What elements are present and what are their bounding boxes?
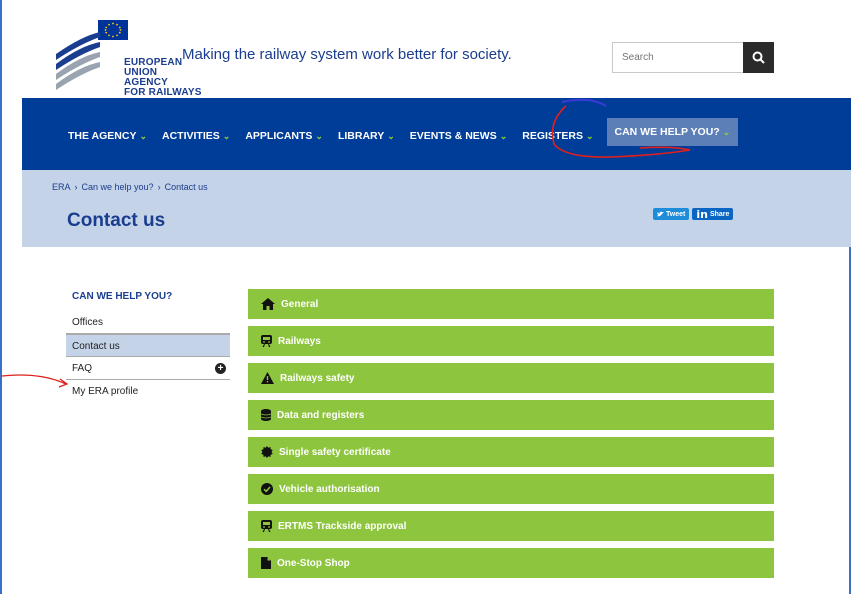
linkedin-icon: in [696,207,708,221]
check-circle-icon [261,483,273,495]
logo-wordmark: EUROPEAN UNION AGENCY FOR RAILWAYS [124,58,202,98]
chevron-down-icon: ⌄ [499,130,508,141]
site-header: EUROPEAN UNION AGENCY FOR RAILWAYS Makin… [22,0,851,98]
search-box [612,42,774,73]
accordion-label: Vehicle authorisation [279,483,380,495]
search-input[interactable] [613,43,747,72]
plus-circle-icon[interactable]: + [215,363,226,374]
twitter-icon [657,211,664,217]
accordion-label: Railways [278,335,321,347]
breadcrumb-link-can-we-help[interactable]: Can we help you? [82,182,154,192]
breadcrumb-current: Contact us [164,182,208,192]
nav-item-registers[interactable]: REGISTERS ⌄ [522,126,593,146]
warning-icon [261,372,274,384]
nav-label: ACTIVITIES [162,130,220,142]
sidebar-item-label: Contact us [72,341,120,352]
nav-label: CAN WE HELP YOU? [614,126,720,138]
main-nav: THE AGENCY ⌄ ACTIVITIES ⌄ APPLICANTS ⌄ LIBR… [22,98,851,170]
nav-item-library[interactable]: LIBRARY ⌄ [338,126,395,146]
share-label: Share [709,210,730,218]
page-title: Contact us [67,210,166,231]
site-tagline: Making the railway system work better fo… [182,46,512,63]
breadcrumb: ERA › Can we help you? › Contact us [52,182,208,192]
contact-accordion: General Railways Railways safety Data an… [248,289,774,585]
nav-label: APPLICANTS [245,130,313,142]
certificate-icon [261,446,273,458]
sidebar-item-label: Offices [72,317,103,328]
tweet-button[interactable]: Tweet [653,208,690,220]
sidebar-item-offices[interactable]: Offices [66,311,230,334]
title-band: ERA › Can we help you? › Contact us Contact … [22,170,851,247]
accordion-item-general[interactable]: General [248,289,774,319]
database-icon [261,409,271,421]
chevron-down-icon: ⌄ [387,130,395,141]
nav-item-the-agency[interactable]: THE AGENCY ⌄ [68,126,147,146]
train-icon [261,335,272,347]
nav-label: THE AGENCY [68,130,137,142]
train-icon [261,520,272,532]
chevron-down-icon: ⌄ [315,130,323,141]
nav-item-events-news[interactable]: EVENTS & NEWS ⌄ [410,126,507,146]
era-logo[interactable]: EUROPEAN UNION AGENCY FOR RAILWAYS [52,14,201,98]
accordion-label: Data and registers [277,409,365,421]
accordion-label: General [281,298,319,310]
nav-item-applicants[interactable]: APPLICANTS ⌄ [245,126,323,146]
chevron-right-icon: › [157,182,161,192]
search-icon [752,51,765,64]
sidebar-item-label: My ERA profile [72,386,139,397]
nav-item-activities[interactable]: ACTIVITIES ⌄ [162,126,230,146]
chevron-down-icon: ⌄ [139,130,147,141]
chevron-down-icon: ⌄ [722,126,731,137]
sidebar-item-faq[interactable]: FAQ + [66,357,230,380]
accordion-label: Railways safety [280,372,355,384]
social-share: Tweet in Share [653,207,734,221]
nav-label: LIBRARY [337,130,385,142]
search-button[interactable] [743,42,774,73]
accordion-item-railways-safety[interactable]: Railways safety [248,363,774,393]
breadcrumb-link-era[interactable]: ERA [52,182,71,192]
sidebar-item-contact-us[interactable]: Contact us [66,334,230,357]
accordion-label: ERTMS Trackside approval [278,520,407,532]
sidebar: CAN WE HELP YOU? Offices Contact us FAQ +… [66,291,230,403]
nav-label: EVENTS & NEWS [409,130,497,142]
sidebar-item-label: FAQ [72,363,93,374]
chevron-down-icon: ⌄ [585,130,594,141]
chevron-down-icon: ⌄ [222,130,231,141]
nav-label: REGISTERS [522,130,583,142]
nav-item-can-we-help-you[interactable]: CAN WE HELP YOU? ⌄ [606,118,739,146]
logo-line: FOR RAILWAYS [124,87,202,98]
accordion-item-data-registers[interactable]: Data and registers [248,400,774,430]
accordion-item-single-safety-certificate[interactable]: Single safety certificate [248,437,774,467]
home-icon [261,298,275,310]
accordion-item-vehicle-authorisation[interactable]: Vehicle authorisation [248,474,774,504]
file-icon [261,557,271,569]
accordion-item-ertms-trackside-approval[interactable]: ERTMS Trackside approval [248,511,774,541]
accordion-label: One-Stop Shop [277,557,350,569]
sidebar-title: CAN WE HELP YOU? [72,291,173,302]
tweet-label: Tweet [666,210,686,218]
sidebar-item-my-era-profile[interactable]: My ERA profile [66,380,230,403]
accordion-item-one-stop-shop[interactable]: One-Stop Shop [248,548,774,578]
accordion-item-railways[interactable]: Railways [248,326,774,356]
chevron-right-icon: › [74,182,78,192]
accordion-label: Single safety certificate [279,446,391,458]
linkedin-share-button[interactable]: in Share [692,207,734,221]
